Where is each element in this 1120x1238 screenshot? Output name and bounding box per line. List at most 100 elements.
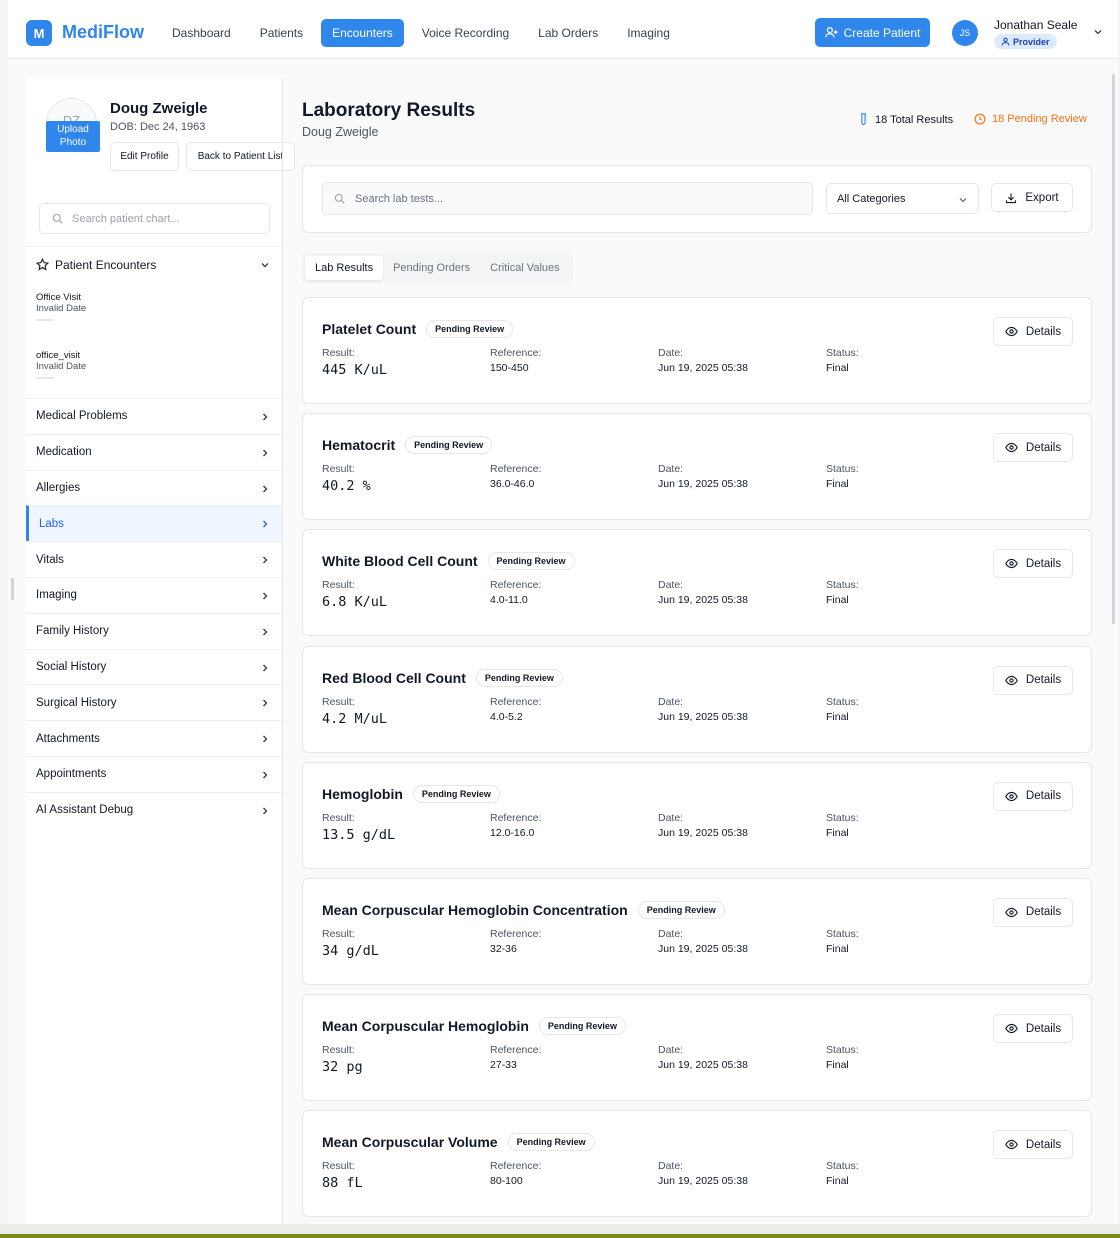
user-avatar[interactable]: JS	[952, 20, 978, 46]
encounter-list: Office Visit Invalid Date office_visit I…	[26, 282, 282, 398]
lab-search-input[interactable]	[355, 192, 785, 205]
nav-encounters[interactable]: Encounters	[321, 19, 404, 47]
tab-critical-values[interactable]: Critical Values	[480, 256, 570, 280]
status-badge: Pending Review	[487, 552, 575, 571]
lab-test-name: Mean Corpuscular Volume	[322, 1134, 498, 1151]
list-item[interactable]: Office Visit Invalid Date	[36, 292, 236, 321]
sidebar-item-label: Attachments	[36, 732, 100, 745]
sidebar-item-labs[interactable]: Labs	[26, 505, 282, 542]
sidebar-item-imaging[interactable]: Imaging	[26, 576, 282, 613]
app-logo-text[interactable]: MediFlow	[62, 22, 144, 43]
reference-label: Reference:	[490, 811, 542, 824]
sidebar-item-surgical-history[interactable]: Surgical History	[26, 684, 282, 720]
status-field: Status: Final	[826, 1044, 859, 1071]
create-patient-button[interactable]: Create Patient	[815, 18, 930, 47]
details-label: Details	[1025, 1138, 1062, 1151]
pending-review-label: 18 Pending Review	[992, 113, 1087, 125]
list-item[interactable]: office_visit Invalid Date	[36, 350, 236, 379]
edit-profile-button[interactable]: Edit Profile	[110, 142, 179, 171]
result-field: Result: 32 pg	[322, 1044, 363, 1075]
lab-test-name-row: White Blood Cell Count Pending Review	[322, 552, 575, 571]
chevron-right-icon	[263, 807, 268, 815]
results-list: Platelet Count Pending Review Result: 44…	[302, 297, 1092, 1224]
chart-menu: Medical Problems Medication Allergies La…	[26, 398, 282, 828]
lab-test-name: Hemoglobin	[322, 785, 403, 802]
details-label: Details	[1025, 674, 1062, 687]
create-patient-label: Create Patient	[843, 25, 921, 40]
result-field: Result: 34 g/dL	[322, 928, 379, 959]
logo-mark: M	[26, 20, 52, 46]
details-button[interactable]: Details	[993, 1130, 1073, 1160]
sidebar-item-appointments[interactable]: Appointments	[26, 755, 282, 792]
eye-icon	[1005, 326, 1018, 337]
date-label: Date:	[658, 347, 684, 359]
resize-handle[interactable]	[11, 578, 14, 600]
nav-dashboard[interactable]: Dashboard	[161, 19, 242, 47]
scrollbar[interactable]	[1112, 74, 1115, 624]
download-icon	[1006, 193, 1017, 203]
reference-label: Reference:	[490, 927, 542, 940]
result-field: Result: 6.8 K/uL	[322, 579, 387, 610]
divider	[36, 377, 54, 379]
export-button[interactable]: Export	[991, 183, 1073, 212]
details-button[interactable]: Details	[993, 665, 1073, 695]
reference-field: Reference: 4.0-11.0	[490, 579, 541, 606]
date-label: Date:	[658, 463, 684, 476]
details-button[interactable]: Details	[993, 897, 1073, 927]
reference-value: 12.0-16.0	[490, 826, 535, 839]
status-badge: Pending Review	[475, 668, 563, 687]
date-value: Jun 19, 2025 05:38	[658, 710, 748, 723]
status-label: Status:	[826, 811, 859, 824]
details-label: Details	[1025, 325, 1062, 338]
chart-search-input[interactable]	[72, 212, 252, 225]
chevron-down-icon[interactable]	[1093, 27, 1103, 37]
chevron-right-icon	[263, 556, 268, 564]
date-field: Date: Jun 19, 2025 05:38	[658, 696, 748, 723]
date-label: Date:	[658, 811, 684, 824]
total-results: 18 Total Results	[860, 113, 953, 126]
sidebar-item-label: Appointments	[36, 768, 107, 781]
user-icon	[1001, 37, 1010, 46]
reference-value: 4.0-11.0	[490, 594, 528, 607]
status-label: Status:	[826, 1160, 859, 1173]
sidebar-item-social-history[interactable]: Social History	[26, 648, 282, 685]
reference-field: Reference: 150-450	[490, 347, 541, 374]
details-label: Details	[1025, 441, 1062, 454]
date-label: Date:	[658, 695, 684, 708]
sidebar-item-medication[interactable]: Medication	[26, 433, 282, 470]
app-window: M MediFlow Dashboard Patients Encounters…	[8, 0, 1118, 1224]
upload-photo-button[interactable]: Upload Photo	[46, 121, 100, 152]
nav-lab-orders[interactable]: Lab Orders	[527, 19, 609, 47]
details-button[interactable]: Details	[993, 317, 1073, 346]
details-button[interactable]: Details	[993, 549, 1073, 579]
sidebar-item-family-history[interactable]: Family History	[26, 612, 282, 649]
result-label: Result:	[322, 463, 355, 476]
nav-imaging[interactable]: Imaging	[616, 19, 681, 47]
lab-result-card: White Blood Cell Count Pending Review Re…	[302, 529, 1092, 637]
lab-result-card: Hematocrit Pending Review Result: 40.2 %…	[302, 413, 1092, 521]
sidebar-item-ai-assistant-debug[interactable]: AI Assistant Debug	[26, 791, 282, 828]
reference-field: Reference: 36.0-46.0	[490, 463, 541, 490]
sidebar-item-medical-problems[interactable]: Medical Problems	[26, 398, 282, 434]
nav-voice-recording[interactable]: Voice Recording	[411, 19, 520, 47]
result-field: Result: 88 fL	[322, 1160, 363, 1191]
sidebar-item-allergies[interactable]: Allergies	[26, 469, 282, 506]
category-select[interactable]: All Categories	[826, 183, 979, 214]
patient-dob: DOB: Dec 24, 1963	[110, 121, 206, 133]
details-button[interactable]: Details	[993, 433, 1073, 463]
patient-encounters-header[interactable]: Patient Encounters	[26, 246, 282, 282]
status-value: Final	[826, 710, 849, 723]
details-button[interactable]: Details	[993, 1014, 1073, 1044]
lab-test-name: White Blood Cell Count	[322, 553, 478, 570]
status-badge: Pending Review	[405, 436, 493, 455]
nav-patients[interactable]: Patients	[249, 19, 314, 47]
details-button[interactable]: Details	[993, 781, 1073, 811]
tab-pending-orders[interactable]: Pending Orders	[383, 256, 480, 280]
back-to-patient-list-button[interactable]: Back to Patient List	[186, 142, 295, 171]
sidebar-item-attachments[interactable]: Attachments	[26, 720, 282, 756]
sidebar-item-vitals[interactable]: Vitals	[26, 541, 282, 577]
tab-lab-results[interactable]: Lab Results	[305, 256, 384, 280]
date-label: Date:	[658, 927, 684, 940]
patient-name: Doug Zweigle	[110, 100, 208, 117]
status-field: Status: Final	[826, 696, 859, 723]
